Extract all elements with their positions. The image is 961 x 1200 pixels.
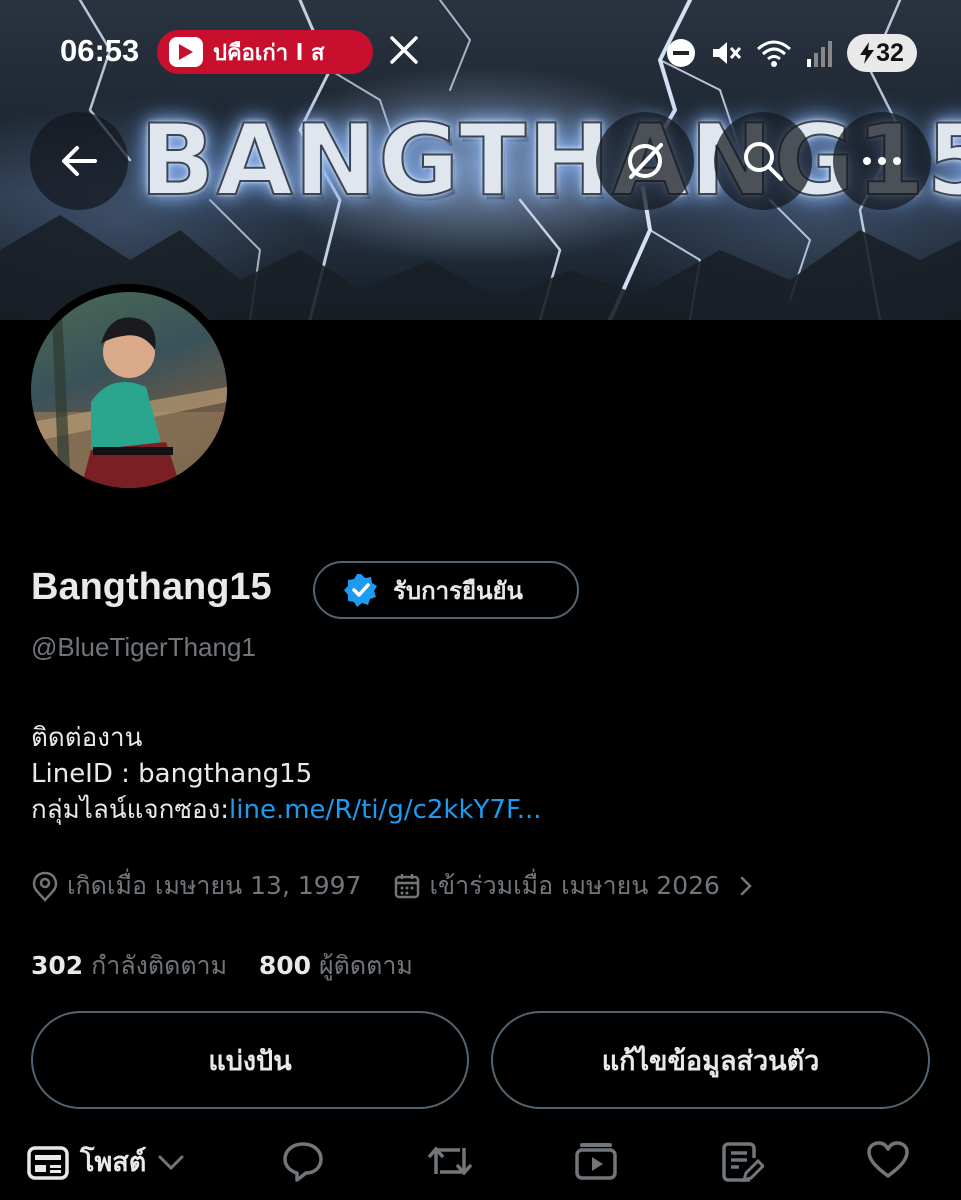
mute-icon — [713, 42, 742, 64]
profile-avatar[interactable] — [23, 284, 235, 496]
chevron-right-icon — [740, 876, 752, 896]
more-button[interactable] — [833, 112, 931, 210]
following-link[interactable]: 302 กำลังติดตาม — [31, 951, 227, 980]
following-count: 302 — [31, 951, 84, 980]
joined-text: เข้าร่วมเมื่อ เมษายน 2026 — [429, 871, 720, 900]
chevron-down-icon — [158, 1155, 184, 1170]
reply-icon — [283, 1142, 323, 1182]
back-arrow-icon — [62, 146, 97, 176]
bio-line: กลุ่มไลน์แจกซอง:line.me/R/ti/g/c2kkY7F..… — [31, 792, 542, 828]
profile-tabs: โพสต์ — [0, 1140, 961, 1200]
bio-link[interactable]: line.me/R/ti/g/c2kkY7F... — [229, 795, 541, 825]
username-handle: @BlueTigerThang1 — [31, 632, 256, 662]
notification-text: ปคือเก่า l ส — [213, 40, 325, 66]
tab-posts[interactable]: โพสต์ — [26, 1140, 186, 1183]
x-logo-icon — [390, 36, 418, 68]
bio-link-prefix: กลุ่มไลน์แจกซอง: — [31, 795, 230, 825]
followers-count: 800 — [258, 951, 312, 980]
profile-bio: ติดต่องาน LineID : bangthang15 กลุ่มไลน์… — [31, 720, 542, 828]
profile-meta: เกิดเมื่อ เมษายน 13, 1997 เข้าร่วมเมื่อ … — [31, 866, 756, 906]
share-button[interactable]: แบ่งปัน — [31, 1011, 469, 1109]
articles-icon — [722, 1142, 764, 1183]
calendar-icon — [395, 874, 420, 899]
posts-icon — [27, 1145, 69, 1180]
tab-articles[interactable] — [720, 1140, 764, 1184]
tab-posts-label: โพสต์ — [80, 1147, 147, 1178]
birthday-text: เกิดเมื่อ เมษายน 13, 1997 — [67, 871, 362, 900]
avatar-image — [31, 292, 227, 488]
edit-profile-button[interactable]: แก้ไขข้อมูลส่วนตัว — [491, 1011, 930, 1109]
birthday-item: เกิดเมื่อ เมษายน 13, 1997 — [31, 866, 361, 906]
signal-icon — [807, 41, 832, 67]
followers-label: ผู้ติดตาม — [319, 951, 413, 980]
following-label: กำลังติดตาม — [91, 951, 228, 980]
followers-link[interactable]: 800 ผู้ติดตาม — [259, 951, 413, 980]
display-name: Bangthang15 — [31, 566, 272, 608]
media-icon — [575, 1143, 617, 1180]
search-icon — [744, 142, 783, 181]
back-button[interactable] — [30, 112, 128, 210]
location-icon — [32, 871, 58, 902]
status-time: 06:53 — [60, 33, 140, 68]
search-button[interactable] — [714, 112, 812, 210]
youtube-icon — [169, 37, 203, 67]
bio-line: LineID : bangthang15 — [31, 759, 313, 789]
verified-badge-icon — [344, 574, 377, 607]
verify-label: รับการยืนยัน — [393, 576, 523, 605]
joined-item[interactable]: เข้าร่วมเมื่อ เมษายน 2026 — [393, 866, 755, 906]
repost-icon — [427, 1146, 473, 1176]
bio-line: ติดต่องาน — [31, 723, 143, 753]
tab-replies[interactable] — [281, 1140, 325, 1182]
wifi-icon — [757, 40, 791, 67]
status-icons: 32 — [665, 34, 917, 72]
tab-reposts[interactable] — [426, 1140, 474, 1182]
circle-slash-icon — [628, 143, 663, 179]
get-verified-button[interactable]: รับการยืนยัน — [313, 561, 579, 619]
charging-icon — [860, 42, 875, 64]
dnd-icon — [667, 39, 695, 67]
like-icon — [867, 1141, 909, 1178]
battery-indicator: 32 — [847, 34, 917, 72]
notification-pill[interactable]: ปคือเก่า l ส — [157, 30, 373, 74]
follow-counts: 302 กำลังติดตาม 800 ผู้ติดตาม — [31, 946, 413, 986]
tab-likes[interactable] — [866, 1140, 910, 1180]
grok-button[interactable] — [596, 112, 694, 210]
more-icon — [863, 157, 901, 165]
tab-media[interactable] — [574, 1140, 618, 1182]
battery-level: 32 — [876, 38, 904, 67]
